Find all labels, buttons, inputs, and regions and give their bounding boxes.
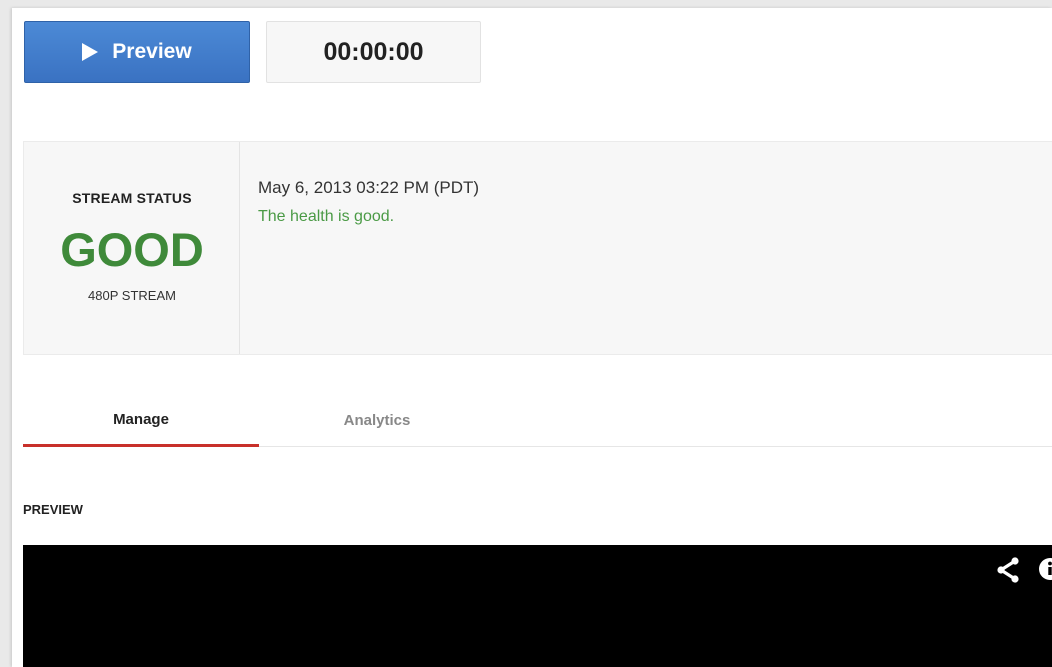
stream-timer: 00:00:00 — [266, 21, 481, 83]
health-message: The health is good. — [258, 208, 395, 225]
info-icon[interactable] — [1037, 556, 1052, 582]
preview-button[interactable]: Preview — [24, 21, 250, 83]
stream-status-value: GOOD — [60, 223, 204, 276]
play-icon — [82, 43, 99, 61]
stream-status-label: STREAM STATUS — [72, 190, 192, 206]
preview-button-label: Preview — [112, 40, 192, 63]
stream-status-panel: STREAM STATUS GOOD 480P STREAM May 6, 20… — [23, 141, 1052, 355]
share-icon[interactable] — [995, 557, 1021, 583]
stream-quality: 480P STREAM — [88, 288, 176, 303]
live-control-room: Preview 00:00:00 STREAM STATUS GOOD 480P… — [12, 8, 1052, 667]
status-timestamp: May 6, 2013 03:22 PM (PDT) — [258, 178, 480, 197]
tab-bar: Manage Analytics — [23, 394, 1052, 447]
tab-analytics[interactable]: Analytics — [259, 394, 495, 447]
preview-player[interactable] — [23, 545, 1052, 667]
tab-manage[interactable]: Manage — [23, 394, 259, 447]
preview-section-label: PREVIEW — [23, 502, 83, 517]
stream-status-summary: STREAM STATUS GOOD 480P STREAM — [24, 142, 240, 354]
